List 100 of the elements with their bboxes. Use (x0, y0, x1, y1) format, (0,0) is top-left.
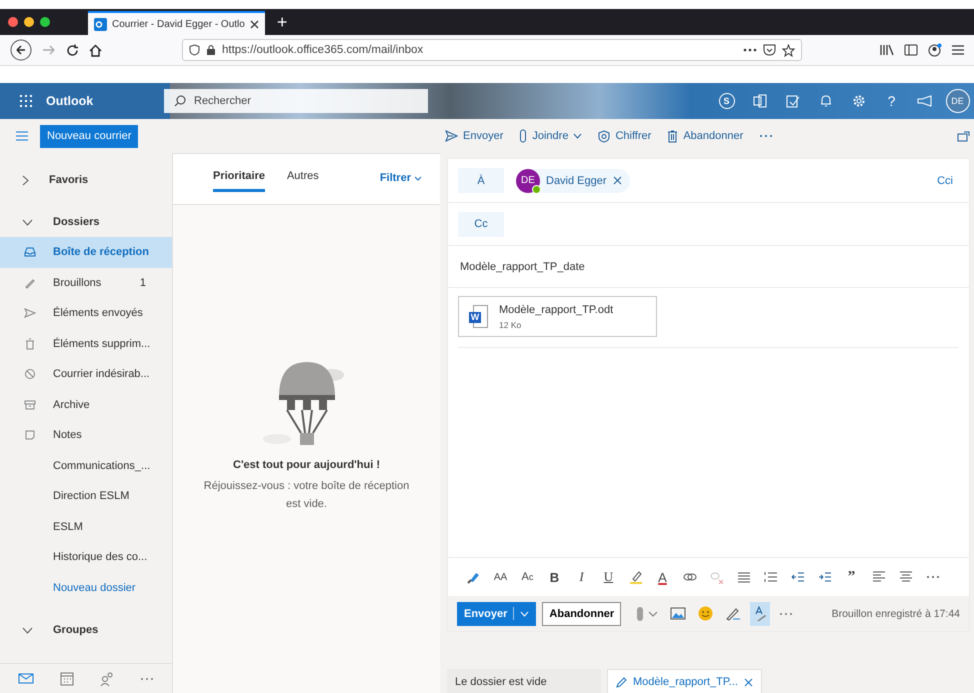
sidebar-icon (904, 44, 918, 56)
folder-item[interactable]: ESLM (0, 512, 172, 542)
pane-tab[interactable]: Le dossier est vide (447, 669, 601, 693)
folder-item[interactable]: Direction ESLM (0, 481, 172, 512)
browser-tab[interactable]: Courrier - David Egger - Outlo (88, 11, 265, 35)
account-icon (928, 43, 942, 57)
help-button[interactable]: ? (877, 86, 906, 116)
attachment-name: Modèle_rapport_TP.odt (499, 304, 614, 316)
folder-section[interactable]: Dossiers (0, 207, 172, 237)
format-button[interactable]: B (541, 565, 568, 589)
people-icon (99, 671, 116, 687)
close-icon (612, 176, 622, 185)
folder-item[interactable]: Brouillons 1 (0, 268, 172, 298)
empty-state-message: Réjouissez-vous : votre boîte de réception est vide. (202, 479, 410, 512)
recipient-avatar: DE (516, 168, 540, 192)
folder-item[interactable]: Communications_... (0, 450, 172, 481)
chevron-down-icon (22, 218, 33, 226)
outdent-icon (790, 571, 804, 583)
format-button[interactable]: U (595, 565, 622, 589)
inbox-tab[interactable]: Autres (286, 154, 319, 192)
filter-button[interactable]: Filtrer (380, 172, 422, 184)
outlook-logo-icon (94, 18, 107, 30)
folder-item[interactable]: Archive (0, 390, 172, 420)
pencil-icon (616, 676, 627, 688)
menu-icon (952, 45, 964, 55)
format-button[interactable]: AA (487, 565, 514, 589)
folder-icon (24, 307, 36, 320)
new-tab-button[interactable]: + (272, 12, 292, 32)
format-button[interactable]: I (568, 565, 595, 589)
caret-icon (648, 610, 658, 616)
recipient-name: David Egger (546, 174, 607, 186)
empty-state-title: C'est tout pour aujourd'hui ! (233, 459, 380, 471)
folder-item[interactable]: Notes (0, 420, 172, 450)
office-icon (752, 94, 766, 108)
library-icon (880, 44, 894, 56)
command-button[interactable]: Chiffrer (598, 130, 652, 142)
send-button[interactable]: Envoyer (457, 602, 536, 626)
command-button[interactable]: Joindre (519, 129, 582, 143)
new-folder-link[interactable]: Nouveau dossier (0, 572, 172, 603)
recipient-chip[interactable]: DE David Egger (516, 168, 630, 192)
emoji-icon (698, 606, 714, 621)
folder-item[interactable]: Boîte de réception (0, 237, 172, 268)
folder-item[interactable]: Historique des co... (0, 542, 172, 572)
menu-icon (16, 131, 28, 141)
attachment-card[interactable]: W Modèle_rapport_TP.odt 12 Ko (458, 296, 657, 337)
command-button[interactable]: Abandonner (667, 130, 744, 142)
address-bar[interactable]: https://outlook.office365.com/mail/inbox (182, 39, 802, 61)
subject-field[interactable]: Modèle_rapport_TP_date (458, 260, 959, 274)
back-button[interactable] (10, 39, 32, 61)
paperclip-icon (636, 606, 644, 622)
more-icon (759, 134, 774, 138)
format-button[interactable]: ” (838, 565, 865, 589)
pop-out-icon (957, 130, 970, 142)
highlighter-icon (628, 570, 642, 584)
search-field[interactable]: Rechercher (164, 89, 428, 113)
maximize-window-button[interactable] (40, 17, 50, 27)
folder-item[interactable]: Courrier indésirab... (0, 359, 172, 390)
cc-button[interactable]: Cc (458, 212, 504, 236)
remove-button[interactable] (612, 176, 622, 185)
folder-icon (24, 429, 36, 442)
close-window-button[interactable] (8, 17, 18, 27)
to-button[interactable]: À (458, 168, 504, 193)
app-name: Outlook (46, 94, 94, 108)
close-icon (744, 678, 753, 686)
discard-button[interactable]: Abandonner (542, 602, 622, 626)
attachment-size: 12 Ko (499, 320, 522, 330)
pen-icon (725, 606, 742, 620)
folder-section[interactable]: Groupes (0, 615, 172, 645)
caret-icon (520, 610, 530, 616)
folder-icon (24, 368, 36, 380)
home-icon (89, 44, 102, 56)
draft-status: Brouillon enregistré à 17:44 (832, 608, 960, 620)
spellcheck-button[interactable] (750, 602, 770, 626)
caret-icon (414, 176, 422, 180)
format-button[interactable]: A (649, 565, 676, 589)
command-button[interactable]: Envoyer (445, 130, 504, 142)
folder-icon (24, 276, 36, 289)
close-icon (250, 20, 259, 28)
new-mail-button[interactable]: Nouveau courrier (40, 124, 138, 148)
send-icon (445, 130, 458, 142)
checklist-icon (786, 94, 800, 108)
pane-tab[interactable]: Modèle_rapport_TP... (607, 669, 762, 693)
chevron-down-icon (22, 626, 33, 634)
app-launcher-button[interactable] (20, 95, 32, 107)
more-icon (926, 575, 940, 579)
bcc-link[interactable]: Cci (931, 174, 959, 188)
folder-item[interactable]: Éléments envoyés (0, 298, 172, 328)
more-icon (743, 48, 757, 52)
calendar-icon (58, 671, 75, 687)
shield-icon (598, 130, 610, 142)
inbox-tab[interactable]: Prioritaire (213, 154, 265, 192)
folder-section[interactable]: Favoris (0, 165, 172, 195)
unread-count: 1 (140, 276, 146, 289)
folder-icon (24, 246, 36, 258)
skype-button[interactable]: S (712, 86, 741, 116)
bullet-list-icon (736, 571, 750, 583)
folder-icon (24, 338, 36, 350)
folder-icon (24, 398, 36, 411)
minimize-window-button[interactable] (24, 17, 34, 27)
folder-item[interactable]: Éléments supprim... (0, 328, 172, 359)
